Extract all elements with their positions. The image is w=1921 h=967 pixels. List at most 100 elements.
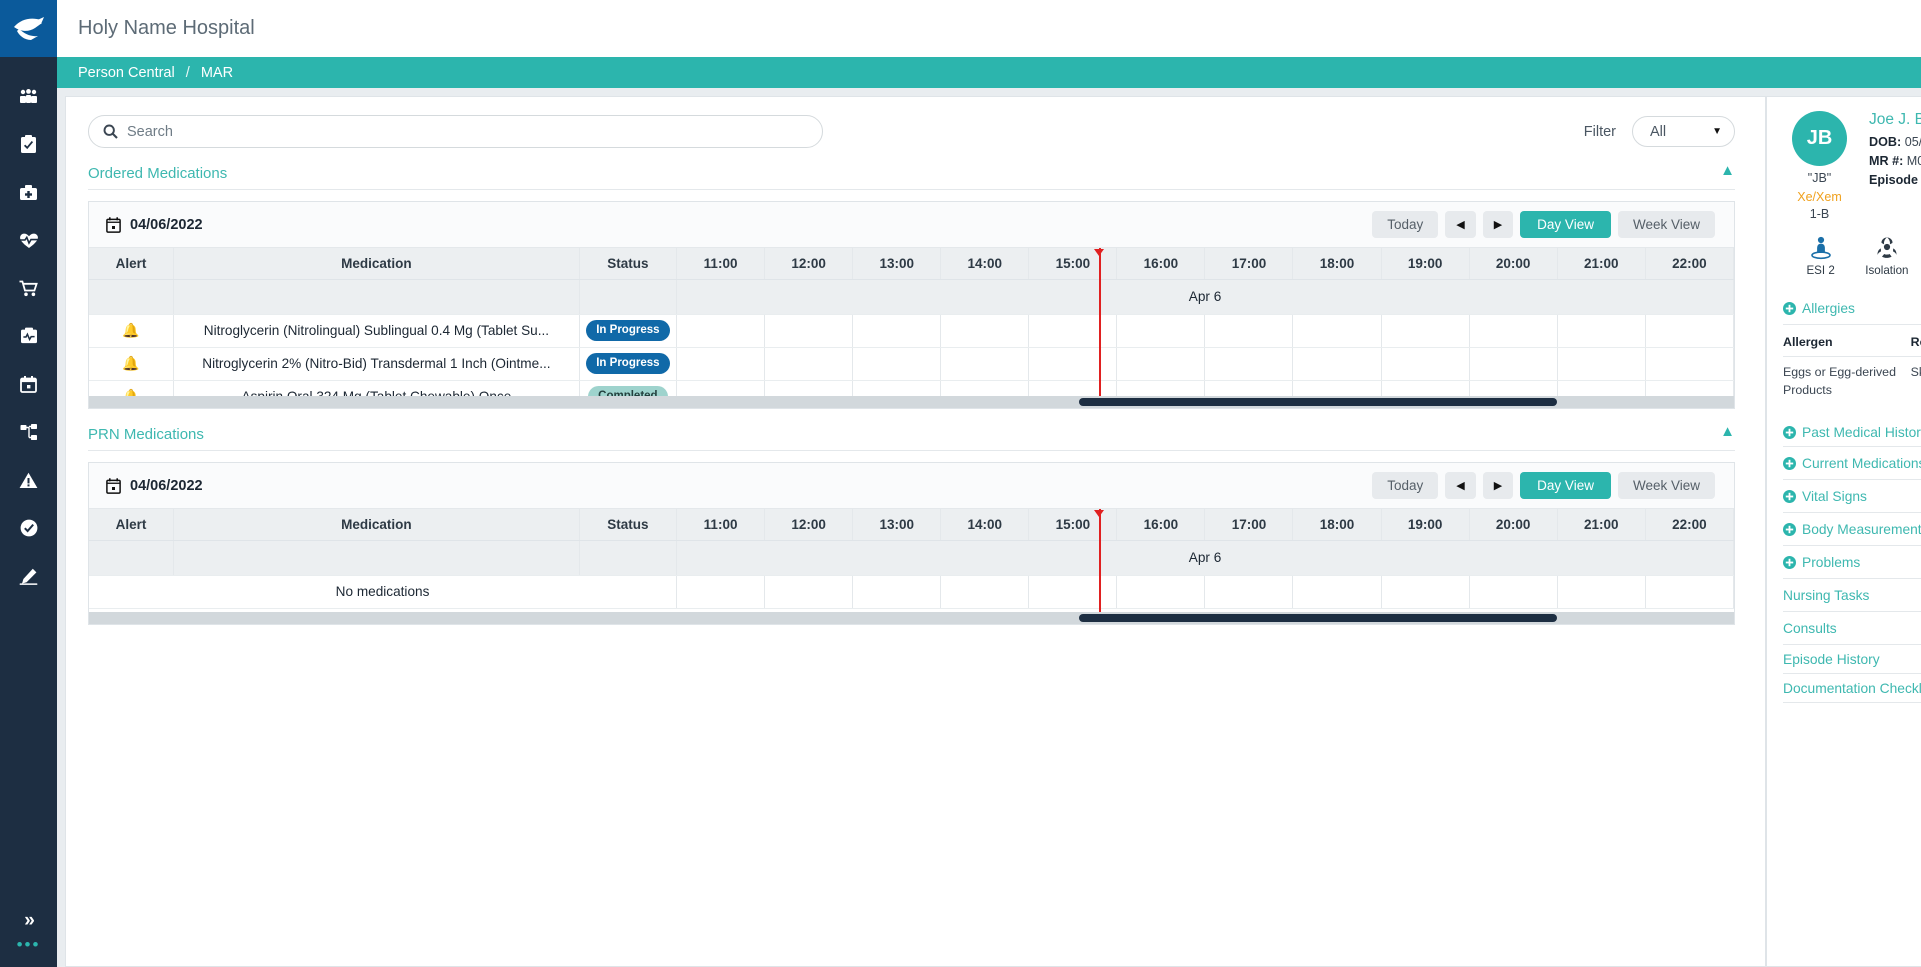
rail-more-dots[interactable]: •••: [0, 936, 57, 967]
prn-date-group: 04/06/2022: [106, 478, 203, 494]
add-allergy-icon[interactable]: [1783, 302, 1796, 315]
col-hour-12: 12:00: [764, 248, 854, 280]
col-hour-11: 11:00: [676, 509, 766, 541]
status-isolation[interactable]: Isolation: [1857, 234, 1916, 277]
today-button[interactable]: Today: [1372, 211, 1439, 238]
accordion-past-medical-history[interactable]: Past Medical History: [1783, 418, 1921, 447]
add-vital-signs-icon[interactable]: [1783, 489, 1796, 503]
medication-name[interactable]: Nitroglycerin (Nitrolingual) Sublingual …: [173, 314, 580, 348]
prn-hscroll-thumb[interactable]: [1079, 614, 1557, 622]
main-content-wrap: Filter All ▼ Ordered Medications ▲: [57, 96, 1766, 967]
calendar-icon: [106, 477, 121, 494]
table-row[interactable]: 🔔 Nitroglycerin (Nitrolingual) Sublingua…: [89, 314, 1734, 348]
section-header-prn: PRN Medications ▲: [88, 424, 1735, 451]
allergies-label[interactable]: Allergies: [1802, 301, 1855, 316]
left-nav-rail: » •••: [0, 0, 57, 967]
accordion-vital-signs[interactable]: Vital Signs ▼: [1783, 480, 1921, 513]
breadcrumb-person-central[interactable]: Person Central: [78, 65, 175, 81]
search-input[interactable]: [127, 123, 808, 140]
breadcrumb-separator: /: [185, 64, 190, 81]
medical-bag-icon[interactable]: [14, 177, 44, 207]
medication-name[interactable]: Aspirin Oral 324 Mg (Tablet Chewable) On…: [173, 380, 580, 396]
accordion-label[interactable]: Nursing Tasks: [1783, 588, 1869, 603]
prn-date-row: Apr 6: [89, 540, 1734, 576]
prev-day-button[interactable]: ◀: [1445, 211, 1476, 238]
cart-icon[interactable]: [14, 273, 44, 303]
filter-label: Filter: [1583, 123, 1616, 140]
accordion-consults[interactable]: Consults ▼: [1783, 612, 1921, 645]
check-circle-icon[interactable]: [14, 513, 44, 543]
accordion-label[interactable]: Current Medications: [1802, 456, 1921, 471]
accordion-label[interactable]: Episode History: [1783, 652, 1880, 667]
accordion-episode-history[interactable]: Episode History ▼: [1783, 645, 1921, 674]
ordered-hscroll-thumb[interactable]: [1079, 398, 1557, 406]
alert-bell-icon[interactable]: 🔔: [89, 314, 175, 348]
org-chart-icon[interactable]: [14, 417, 44, 447]
allergies-header-left: Allergies: [1783, 301, 1921, 316]
week-view-button[interactable]: Week View: [1617, 472, 1715, 499]
search-box[interactable]: [88, 115, 823, 148]
ordered-view-buttons: Today ◀ ▶ Day View Week View: [1372, 211, 1715, 238]
prn-header-row: Alert Medication Status 11:00 12:00 13:0…: [89, 509, 1734, 541]
next-day-button[interactable]: ▶: [1482, 472, 1514, 499]
medication-name[interactable]: Nitroglycerin 2% (Nitro-Bid) Transdermal…: [173, 347, 580, 381]
collapse-prn-icon[interactable]: ▲: [1720, 424, 1735, 439]
allergies-section: Allergies ▲ Allergen Reaction Severi: [1783, 292, 1921, 400]
accordion-nursing-tasks[interactable]: Nursing Tasks ▼: [1783, 579, 1921, 612]
table-row[interactable]: 🔔 Nitroglycerin 2% (Nitro-Bid) Transderm…: [89, 347, 1734, 381]
warning-triangle-icon[interactable]: [14, 465, 44, 495]
ordered-date-header: Apr 6: [676, 279, 1734, 315]
prev-day-button[interactable]: ◀: [1445, 472, 1476, 499]
prn-table-scroll: Apr 6 Alert Medication Status 11:00 12:0…: [89, 509, 1734, 612]
table-row[interactable]: 🔔 Aspirin Oral 324 Mg (Tablet Chewable) …: [89, 380, 1734, 396]
app-logo[interactable]: [0, 0, 57, 57]
col-hour-13: 13:00: [852, 509, 942, 541]
accordion-body-measurements[interactable]: Body Measurements ▼: [1783, 513, 1921, 546]
week-view-button[interactable]: Week View: [1617, 211, 1715, 238]
heart-pulse-icon[interactable]: [14, 225, 44, 255]
breadcrumb-mar[interactable]: MAR: [201, 65, 233, 81]
accordion-label[interactable]: Past Medical History: [1802, 425, 1921, 440]
col-hour-21: 21:00: [1557, 509, 1646, 541]
status-esi[interactable]: ESI 2: [1791, 234, 1850, 277]
accordion-problems[interactable]: Problems ▼: [1783, 546, 1921, 579]
ordered-hscrollbar[interactable]: [89, 396, 1734, 408]
day-view-button[interactable]: Day View: [1520, 472, 1611, 499]
col-hour-13: 13:00: [852, 248, 942, 280]
add-past-medical-history-icon[interactable]: [1783, 425, 1796, 439]
people-icon[interactable]: [14, 81, 44, 111]
patient-episode: Episode #: A000003246414: [1869, 171, 1921, 190]
accordion-documentation-checklist[interactable]: Documentation Checklist ▼: [1783, 674, 1921, 703]
allergies-table: Allergen Reaction Severity Eggs or Egg-d…: [1783, 335, 1921, 400]
alert-bell-icon[interactable]: 🔔: [89, 347, 175, 381]
accordion-label[interactable]: Consults: [1783, 621, 1837, 636]
accordion-label[interactable]: Body Measurements: [1802, 522, 1921, 537]
accordion-label[interactable]: Documentation Checklist: [1783, 681, 1921, 696]
add-problems-icon[interactable]: [1783, 555, 1796, 569]
col-status: Status: [579, 509, 678, 541]
filter-select[interactable]: All ▼: [1632, 116, 1735, 147]
add-body-measurements-icon[interactable]: [1783, 522, 1796, 536]
table-row[interactable]: Eggs or Egg-derived Products Skin Rash M…: [1783, 357, 1921, 400]
accordion-current-medications[interactable]: Current Medications ▼: [1783, 447, 1921, 480]
accordion-label[interactable]: Problems: [1802, 555, 1860, 570]
alert-bell-icon[interactable]: 🔔: [89, 380, 175, 396]
clipboard-check-icon[interactable]: [14, 129, 44, 159]
patient-accordion-list: Past Medical History Current Medications…: [1783, 418, 1921, 703]
today-button[interactable]: Today: [1372, 472, 1439, 499]
col-hour-19: 19:00: [1381, 248, 1470, 280]
ordered-table-body: 🔔 Nitroglycerin (Nitrolingual) Sublingua…: [89, 314, 1734, 396]
col-hour-17: 17:00: [1204, 509, 1294, 541]
vitals-clipboard-icon[interactable]: [14, 321, 44, 351]
prn-hscrollbar[interactable]: [89, 612, 1734, 624]
signature-pen-icon[interactable]: [14, 561, 44, 591]
day-view-button[interactable]: Day View: [1520, 211, 1611, 238]
next-day-button[interactable]: ▶: [1482, 211, 1514, 238]
accordion-label[interactable]: Vital Signs: [1802, 489, 1867, 504]
collapse-ordered-icon[interactable]: ▲: [1720, 163, 1735, 178]
patient-name[interactable]: Joe J. Brown: [1869, 111, 1921, 129]
search-icon: [103, 124, 118, 139]
expand-rail-button[interactable]: »: [0, 902, 57, 936]
add-current-medications-icon[interactable]: [1783, 456, 1796, 470]
calendar-icon[interactable]: [14, 369, 44, 399]
